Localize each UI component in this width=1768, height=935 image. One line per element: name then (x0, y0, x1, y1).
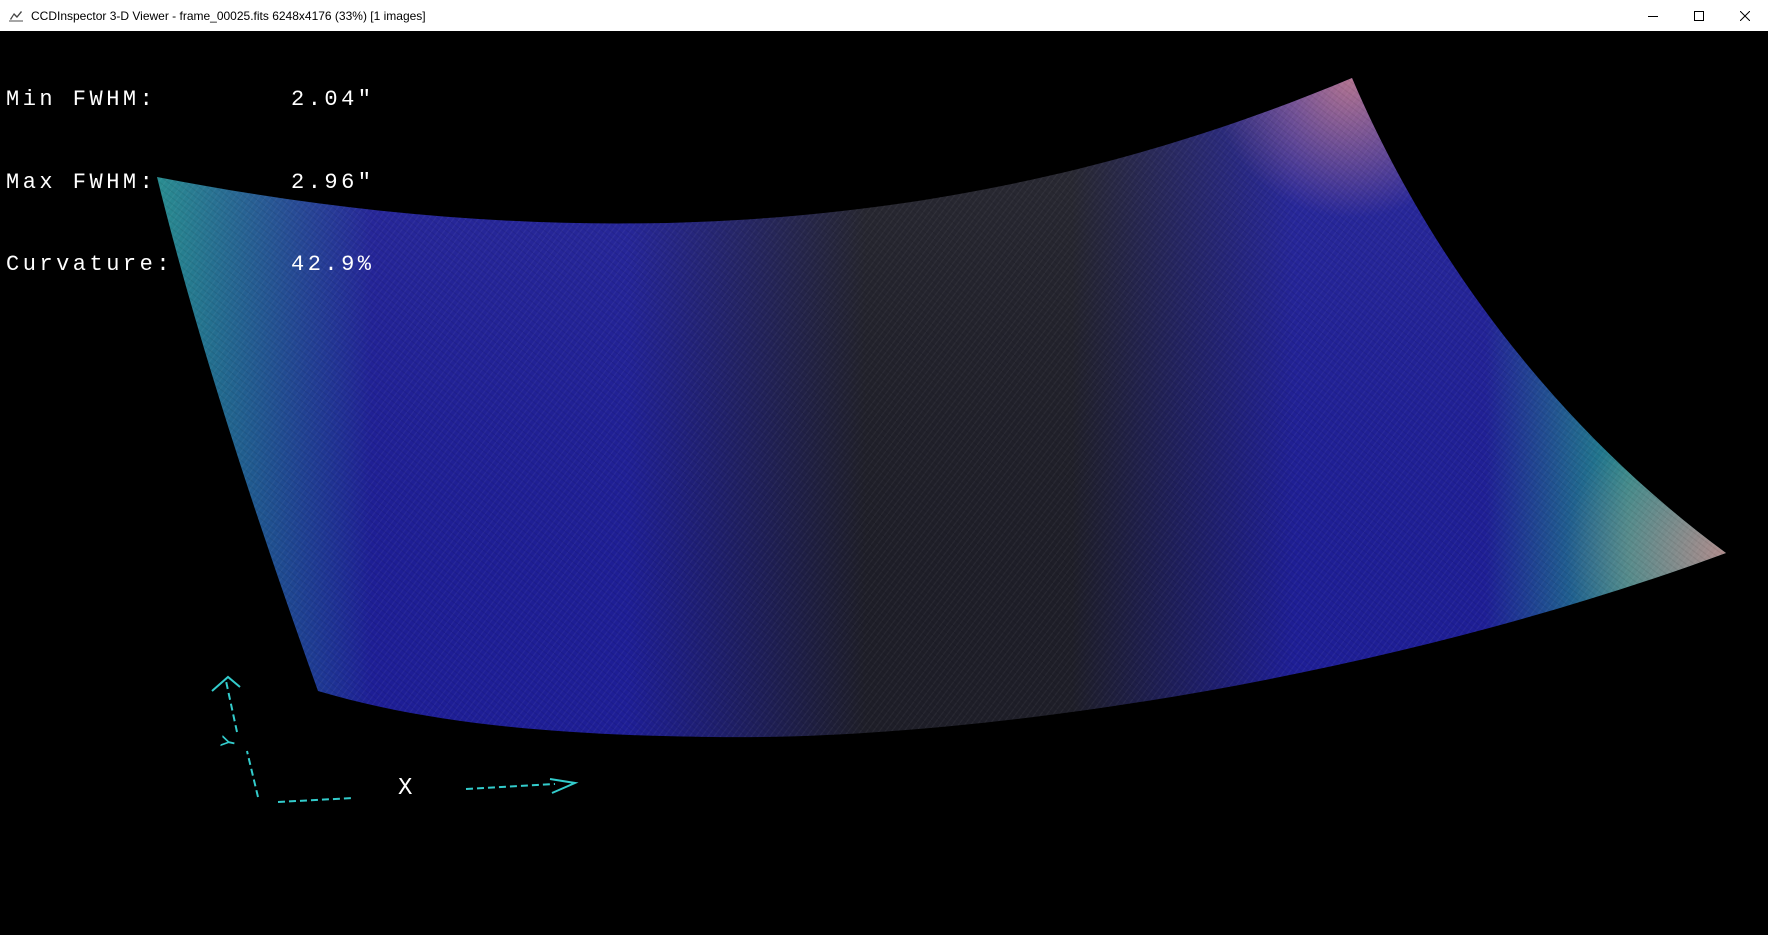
max-fwhm-value: 2.96" (291, 169, 375, 195)
x-axis-label: X (398, 775, 413, 802)
close-button[interactable] (1722, 0, 1768, 31)
x-axis-line-right (465, 783, 556, 790)
title-bar[interactable]: CCDInspector 3-D Viewer - frame_00025.fi… (0, 0, 1768, 31)
app-icon (8, 8, 24, 24)
fwhm-stats: Min FWHM: 2.04" Max FWHM: 2.96" Curvature:… (6, 31, 375, 334)
minimize-icon (1648, 15, 1658, 17)
curvature-label: Curvature: (6, 252, 174, 277)
x-axis-line-left (277, 797, 354, 803)
x-axis-arrow (549, 778, 579, 794)
min-fwhm-label: Min FWHM: (6, 87, 157, 112)
window-title: CCDInspector 3-D Viewer - frame_00025.fi… (31, 8, 426, 23)
close-icon (1740, 10, 1750, 21)
curvature-value: 42.9% (291, 252, 375, 277)
curvature-row: Curvature: 42.9% (6, 251, 375, 279)
max-fwhm-row: Max FWHM: 2.96" (6, 169, 375, 197)
minimize-button[interactable] (1630, 0, 1676, 31)
min-fwhm-row: Min FWHM: 2.04" (6, 86, 375, 114)
max-fwhm-label: Max FWHM: (6, 169, 157, 195)
3d-viewport[interactable]: Min FWHM: 2.04" Max FWHM: 2.96" Curvature:… (0, 31, 1768, 935)
maximize-icon (1694, 10, 1704, 21)
viewer-window: CCDInspector 3-D Viewer - frame_00025.fi… (0, 0, 1768, 935)
min-fwhm-value: 2.04" (291, 87, 375, 112)
maximize-button[interactable] (1676, 0, 1722, 31)
y-axis-line-upper (225, 680, 238, 733)
y-axis-line-lower (246, 750, 259, 798)
